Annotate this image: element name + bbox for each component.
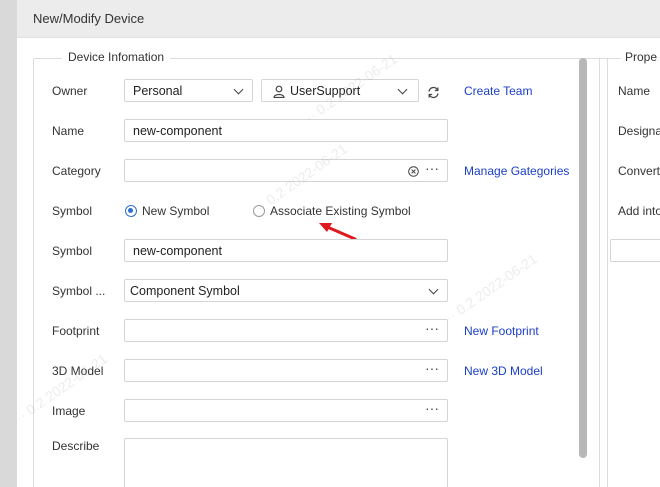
properties-group-title: Prope — [621, 50, 660, 64]
more-icon[interactable]: ··· — [425, 320, 439, 336]
property-label: Add into — [618, 204, 660, 218]
properties-group — [599, 58, 660, 487]
symbol-label: Symbol — [52, 244, 93, 258]
chevron-down-icon — [428, 284, 439, 295]
symbol-type-select-value: Component Symbol — [130, 284, 240, 298]
create-team-link[interactable]: Create Team — [464, 84, 532, 98]
team-select[interactable]: UserSupport — [261, 79, 419, 102]
owner-label: Owner — [52, 84, 88, 98]
vertical-scrollbar[interactable] — [579, 58, 587, 458]
symbol-mode-label: Symbol — [52, 204, 93, 218]
symbol-type-label: Symbol ... — [52, 284, 106, 298]
symbol-input[interactable]: new-component — [124, 239, 448, 262]
new-symbol-radio-label[interactable]: New Symbol — [142, 204, 209, 218]
refresh-icon[interactable] — [427, 86, 440, 99]
symbol-type-select[interactable]: Component Symbol — [124, 279, 448, 302]
model-3d-input[interactable]: ··· — [124, 359, 448, 382]
manage-categories-link[interactable]: Manage Gategories — [464, 164, 569, 178]
image-input[interactable]: ··· — [124, 399, 448, 422]
describe-label: Describe — [52, 439, 100, 453]
more-icon[interactable]: ··· — [425, 160, 439, 176]
device-info-group-title: Device Infomation — [62, 50, 171, 64]
new-modify-device-dialog: New/Modify Device Device Infomation Owne… — [17, 0, 660, 487]
dialog-title: New/Modify Device — [33, 11, 145, 26]
more-icon[interactable]: ··· — [425, 360, 439, 376]
name-input[interactable]: new-component — [124, 119, 448, 142]
new-3d-model-link[interactable]: New 3D Model — [464, 364, 543, 378]
clear-icon[interactable] — [408, 166, 419, 177]
dialog-titlebar: New/Modify Device — [17, 0, 660, 38]
footprint-input[interactable]: ··· — [124, 319, 448, 342]
team-select-value: UserSupport — [290, 84, 361, 98]
symbol-input-value: new-component — [133, 244, 222, 258]
category-label: Category — [52, 164, 101, 178]
user-icon — [273, 85, 285, 98]
name-input-value: new-component — [133, 124, 222, 138]
new-symbol-radio[interactable] — [125, 205, 137, 217]
property-input[interactable] — [610, 239, 660, 262]
describe-textarea[interactable] — [124, 438, 448, 487]
new-footprint-link[interactable]: New Footprint — [464, 324, 539, 338]
category-input[interactable]: ··· — [124, 159, 448, 182]
associate-existing-symbol-radio[interactable] — [253, 205, 265, 217]
chevron-down-icon — [233, 84, 244, 95]
model-3d-label: 3D Model — [52, 364, 104, 378]
chevron-down-icon — [397, 84, 408, 95]
name-label: Name — [52, 124, 85, 138]
property-label: Convert — [618, 164, 660, 178]
property-label: Designa — [618, 124, 660, 138]
image-label: Image — [52, 404, 86, 418]
property-label: Name — [618, 84, 651, 98]
more-icon[interactable]: ··· — [425, 400, 439, 416]
footprint-label: Footprint — [52, 324, 100, 338]
associate-existing-symbol-radio-label[interactable]: Associate Existing Symbol — [270, 204, 411, 218]
owner-select[interactable]: Personal — [124, 79, 253, 102]
owner-select-value: Personal — [133, 84, 183, 98]
